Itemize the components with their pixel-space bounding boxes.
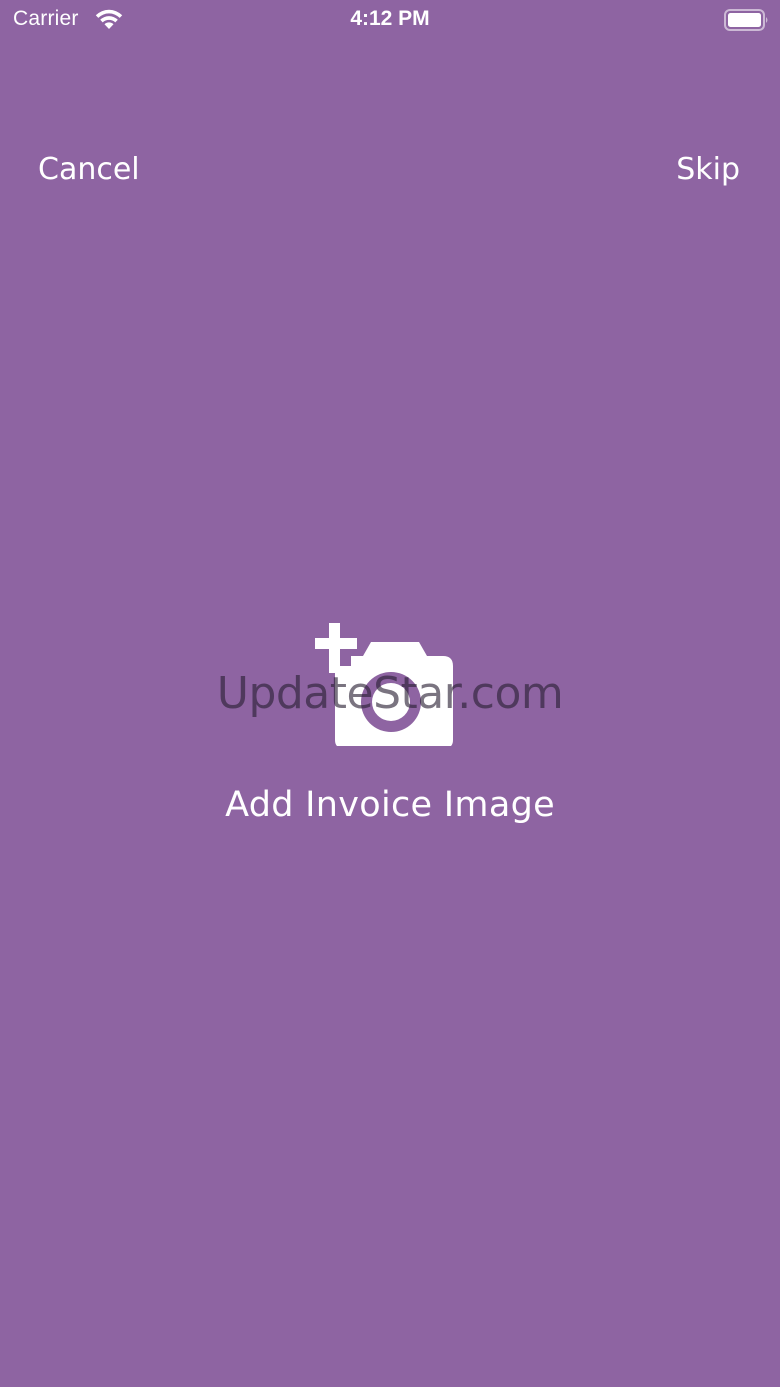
- add-invoice-image-button[interactable]: Add Invoice Image: [0, 610, 780, 850]
- status-bar: Carrier 4:12 PM: [0, 0, 780, 40]
- add-invoice-image-label: Add Invoice Image: [225, 785, 555, 825]
- add-camera-icon: [315, 623, 453, 746]
- cancel-button[interactable]: Cancel: [38, 152, 140, 187]
- clock-time: 4:12 PM: [350, 7, 430, 30]
- skip-button[interactable]: Skip: [676, 152, 740, 187]
- battery-icon: [724, 9, 768, 31]
- nav-bar: Cancel Skip: [0, 140, 780, 200]
